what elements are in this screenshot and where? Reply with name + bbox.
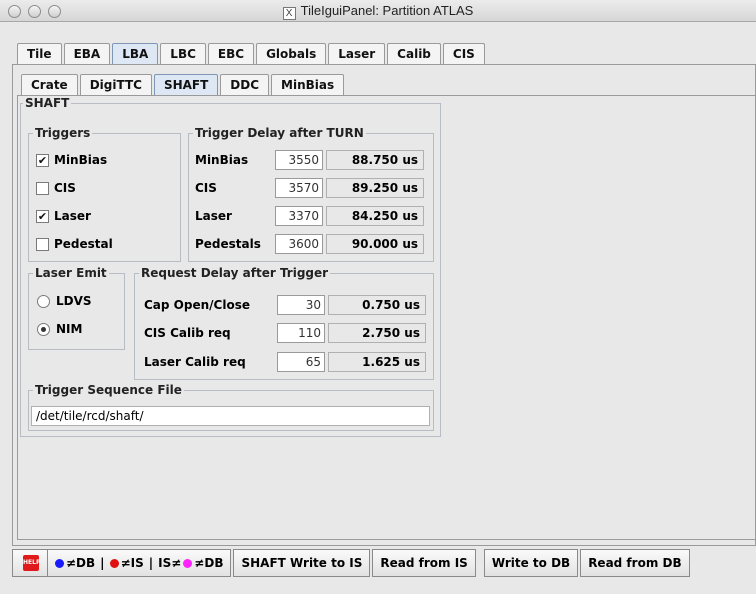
legend-ne-db: ≠DB [66, 556, 96, 570]
request-row-laser-calib: Laser Calib req 65 1.625 us [144, 351, 426, 373]
tab-shaft[interactable]: SHAFT [153, 74, 219, 96]
request-time-display: 2.750 us [328, 323, 426, 343]
delay-label: CIS [195, 181, 217, 195]
trigger-cis-checkbox[interactable]: CIS [36, 177, 76, 199]
tab-calib[interactable]: Calib [387, 43, 441, 65]
red-dot-icon [109, 558, 119, 568]
checkbox-box[interactable] [36, 237, 49, 251]
laser-emit-group-title: Laser Emit [35, 266, 107, 280]
laser-emit-nim-radio[interactable]: NIM [37, 318, 82, 340]
request-label: CIS Calib req [144, 326, 231, 340]
radio-button[interactable] [37, 294, 50, 308]
laser-emit-ldvs-radio[interactable]: LDVS [37, 290, 92, 312]
tab-cis[interactable]: CIS [442, 43, 485, 65]
x11-app-icon: X [282, 7, 296, 20]
delay-row-pedestals: Pedestals 3600 90.000 us [195, 233, 424, 255]
trigger-label: CIS [54, 181, 76, 195]
delay-row-laser: Laser 3370 84.250 us [195, 205, 424, 227]
legend-ne-is: ≠IS [120, 556, 144, 570]
delay-time-display: 84.250 us [326, 206, 424, 226]
delay-time-display: 88.750 us [326, 150, 424, 170]
trigger-minbias-checkbox[interactable]: ✔ MinBias [36, 149, 107, 171]
bottom-toolbar: HELP ≠DB | ≠IS | IS≠ ≠DB SHAFT Write to … [12, 549, 690, 577]
tab-tile[interactable]: Tile [17, 43, 62, 65]
tab-minbias[interactable]: MinBias [271, 74, 345, 96]
blue-dot-icon [55, 558, 64, 568]
shaft-write-to-is-button[interactable]: SHAFT Write to IS [233, 549, 371, 577]
radio-label: NIM [56, 322, 83, 336]
checkbox-box[interactable] [36, 181, 49, 195]
window-titlebar: X TileIguiPanel: Partition ATLAS [0, 0, 756, 22]
delay-label: MinBias [195, 153, 249, 167]
read-from-db-button[interactable]: Read from DB [580, 549, 690, 577]
legend-is-ne: IS≠ [158, 556, 182, 570]
help-icon[interactable]: HELP [23, 555, 40, 571]
write-to-db-button[interactable]: Write to DB [483, 549, 579, 577]
checkbox-box[interactable]: ✔ [36, 209, 49, 223]
sub-tab-bar: Crate DigiTTC SHAFT DDC MinBias [21, 74, 346, 96]
read-from-is-button[interactable]: Read from IS [372, 549, 476, 577]
legend-separator: | [100, 556, 105, 570]
trigger-label: MinBias [54, 153, 108, 167]
triggers-group-title: Triggers [35, 126, 91, 140]
delay-value-input[interactable]: 3570 [275, 178, 323, 198]
delay-row-cis: CIS 3570 89.250 us [195, 177, 424, 199]
trigger-laser-checkbox[interactable]: ✔ Laser [36, 205, 91, 227]
delay-row-minbias: MinBias 3550 88.750 us [195, 149, 424, 171]
help-button[interactable]: HELP [12, 549, 47, 577]
trigger-label: Pedestal [54, 237, 113, 251]
magenta-dot-icon [183, 558, 193, 568]
delay-time-display: 89.250 us [326, 178, 424, 198]
tab-digittc[interactable]: DigiTTC [79, 74, 152, 96]
window-title: X TileIguiPanel: Partition ATLAS [0, 3, 756, 20]
delay-value-input[interactable]: 3550 [275, 150, 323, 170]
request-row-cap: Cap Open/Close 30 0.750 us [144, 294, 426, 316]
tab-globals[interactable]: Globals [256, 43, 327, 65]
checkbox-box[interactable]: ✔ [36, 153, 49, 167]
request-delay-group-title: Request Delay after Trigger [141, 266, 329, 280]
trigger-pedestal-checkbox[interactable]: Pedestal [36, 233, 113, 255]
request-label: Laser Calib req [144, 355, 246, 369]
tab-lba[interactable]: LBA [112, 43, 159, 65]
tab-lbc[interactable]: LBC [160, 43, 206, 65]
request-value-input[interactable]: 30 [277, 295, 325, 315]
main-tab-bar: Tile EBA LBA LBC EBC Globals Laser Calib… [17, 43, 487, 65]
tab-ddc[interactable]: DDC [220, 74, 270, 96]
sequence-file-group-title: Trigger Sequence File [35, 383, 182, 397]
request-value-input[interactable]: 65 [277, 352, 325, 372]
delay-time-display: 90.000 us [326, 234, 424, 254]
tab-ebc[interactable]: EBC [207, 43, 255, 65]
shaft-group-title: SHAFT [25, 96, 70, 110]
request-row-cis-calib: CIS Calib req 110 2.750 us [144, 322, 426, 344]
delay-label: Laser [195, 209, 232, 223]
radio-button[interactable] [37, 322, 50, 336]
window-title-text: TileIguiPanel: Partition ATLAS [300, 3, 474, 18]
request-time-display: 0.750 us [328, 295, 426, 315]
sequence-file-input[interactable]: /det/tile/rcd/shaft/ [31, 406, 430, 426]
tab-laser[interactable]: Laser [328, 43, 386, 65]
tab-crate[interactable]: Crate [21, 74, 78, 96]
legend-separator: | [148, 556, 154, 570]
trigger-delay-group-title: Trigger Delay after TURN [195, 126, 364, 140]
delay-value-input[interactable]: 3370 [275, 206, 323, 226]
tab-eba[interactable]: EBA [63, 43, 111, 65]
trigger-label: Laser [54, 209, 91, 223]
radio-label: LDVS [56, 294, 92, 308]
delay-label: Pedestals [195, 237, 261, 251]
delay-value-input[interactable]: 3600 [275, 234, 323, 254]
request-time-display: 1.625 us [328, 352, 426, 372]
request-label: Cap Open/Close [144, 298, 250, 312]
request-value-input[interactable]: 110 [277, 323, 325, 343]
status-legend: ≠DB | ≠IS | IS≠ ≠DB [47, 549, 232, 577]
legend-ne-db-2: ≠DB [194, 556, 224, 570]
